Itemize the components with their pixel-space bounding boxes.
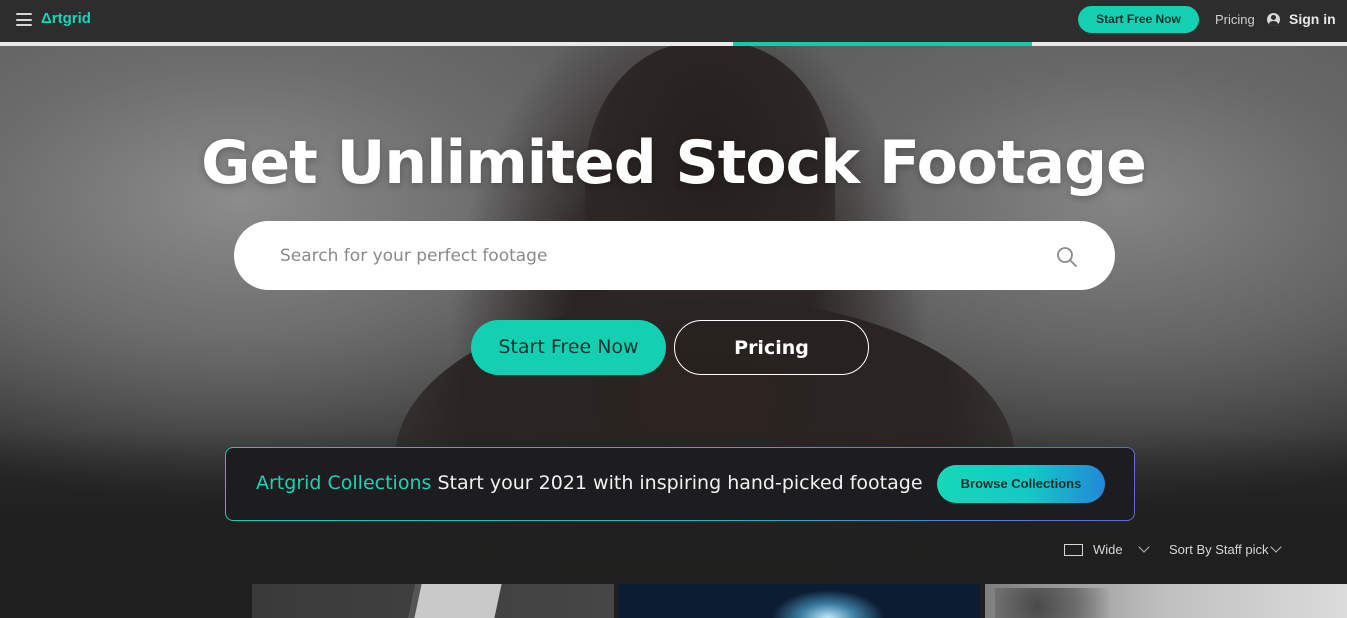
search-bar[interactable] bbox=[234, 221, 1115, 290]
nav-start-free-button[interactable]: Start Free Now bbox=[1078, 6, 1199, 33]
search-input[interactable] bbox=[280, 221, 1040, 290]
sort-label[interactable]: Sort By Staff pick bbox=[1169, 542, 1268, 557]
collections-text: Artgrid Collections Start your 2021 with… bbox=[256, 472, 923, 494]
user-icon[interactable] bbox=[1267, 13, 1280, 26]
hero-background bbox=[0, 0, 1347, 618]
sign-in-link[interactable]: Sign in bbox=[1289, 11, 1336, 27]
wide-view-icon[interactable] bbox=[1064, 544, 1083, 556]
hero-progress-strip bbox=[0, 42, 1347, 46]
search-icon[interactable] bbox=[1056, 246, 1078, 268]
footage-thumbnail[interactable] bbox=[985, 584, 1347, 618]
hamburger-menu-icon[interactable] bbox=[16, 13, 32, 26]
artgrid-logo[interactable]: Δrtgrid bbox=[41, 10, 91, 27]
collections-subtitle: Start your 2021 with inspiring hand-pick… bbox=[437, 472, 923, 494]
hero-headline: Get Unlimited Stock Footage bbox=[201, 128, 1147, 198]
nav-pricing-link[interactable]: Pricing bbox=[1215, 12, 1255, 27]
hero-progress-active bbox=[733, 42, 1032, 46]
hero-start-free-button[interactable]: Start Free Now bbox=[471, 320, 666, 375]
hero-pricing-button[interactable]: Pricing bbox=[674, 320, 869, 375]
view-mode-label[interactable]: Wide bbox=[1093, 542, 1123, 557]
collections-banner: Artgrid Collections Start your 2021 with… bbox=[225, 447, 1135, 521]
collections-title: Artgrid Collections bbox=[256, 472, 432, 494]
footage-thumbnail[interactable] bbox=[618, 584, 980, 618]
top-navigation-bar: Δrtgrid Start Free Now Pricing Sign in bbox=[0, 0, 1347, 42]
footage-thumbnail[interactable] bbox=[252, 584, 614, 618]
browse-collections-button[interactable]: Browse Collections bbox=[937, 465, 1105, 503]
